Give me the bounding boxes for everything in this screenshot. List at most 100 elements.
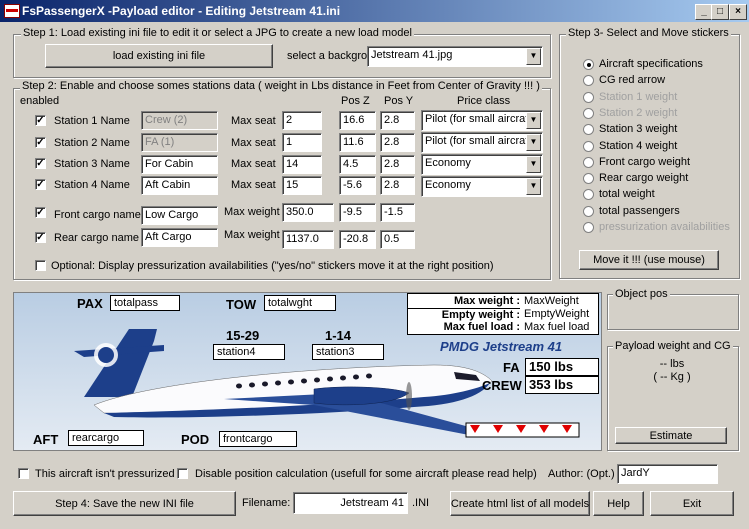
sticker-option-label: total weight [599, 188, 655, 201]
load-ini-button[interactable]: load existing ini file [45, 44, 273, 68]
aircraft-canvas[interactable]: PAX totalpass TOW totalwght Max weight :… [13, 292, 602, 451]
maximize-button[interactable]: □ [711, 4, 729, 20]
optional-pressurization-checkbox[interactable] [35, 260, 46, 271]
rear-cargo-posz-input[interactable]: -20.8 [339, 230, 376, 249]
front-cargo-max-label: Max weight [224, 206, 280, 218]
station-3-price-select[interactable]: Economy ▼ [421, 154, 543, 175]
station-2-price-select[interactable]: Pilot (for small aircraft) ▼ [421, 132, 543, 153]
close-button[interactable]: × [729, 4, 747, 20]
station-4-posz-input[interactable]: -5.6 [339, 176, 376, 195]
author-input[interactable]: JardY [617, 464, 718, 484]
disable-calc-checkbox[interactable] [177, 468, 188, 479]
station-1-checkbox[interactable]: ✓ [35, 115, 46, 126]
rear-cargo-max-label: Max weight [224, 229, 280, 241]
disable-calc-label: Disable position calculation (usefull fo… [195, 468, 537, 480]
front-cargo-max-input[interactable]: 350.0 [282, 203, 334, 222]
help-button[interactable]: Help [593, 491, 644, 516]
pax-sticker[interactable]: totalpass [110, 295, 180, 311]
station-2-checkbox[interactable]: ✓ [35, 137, 46, 148]
not-pressurized-checkbox[interactable] [18, 468, 29, 479]
station-3-label: Station 3 Name [54, 158, 130, 170]
crew-label: CREW [482, 378, 522, 393]
station-1-name-input[interactable]: Crew (2) [141, 111, 218, 130]
tow-sticker[interactable]: totalwght [264, 295, 336, 311]
station-2-name-input[interactable]: FA (1) [141, 133, 218, 152]
rear-cargo-checkbox[interactable]: ✓ [35, 232, 46, 243]
rearcargo-sticker[interactable]: rearcargo [68, 430, 144, 446]
front-cargo-label: Front cargo name [54, 209, 141, 221]
crew-sticker[interactable]: 353 lbs [525, 376, 599, 394]
filename-label: Filename: [242, 497, 291, 509]
front-cargo-posy-input[interactable]: -1.5 [380, 203, 415, 222]
rear-cargo-max-input[interactable]: 1137.0 [282, 230, 334, 249]
move-it-button[interactable]: Move it !!! (use mouse) [579, 250, 719, 270]
frontcargo-sticker[interactable]: frontcargo [219, 431, 297, 447]
station-2-label: Station 2 Name [54, 137, 130, 149]
sticker-option-radio[interactable] [583, 59, 594, 70]
author-label: Author: (Opt.) [548, 468, 615, 480]
sticker-option-label: Aircraft specifications [599, 58, 703, 70]
app-icon [4, 4, 20, 18]
payload-label: Payload weight and CG [613, 340, 733, 352]
background-select[interactable]: Jetstream 41.jpg ▼ [367, 46, 543, 67]
station-1-posy-input[interactable]: 2.8 [380, 111, 415, 130]
optional-pressurization-label: Optional: Display pressurization availab… [51, 260, 494, 272]
rear-cargo-posy-input[interactable]: 0.5 [380, 230, 415, 249]
sticker-option-radio[interactable] [583, 205, 594, 217]
filename-input[interactable]: Jetstream 41 [293, 492, 408, 514]
fa-sticker[interactable]: 150 lbs [525, 358, 599, 376]
chevron-down-icon[interactable]: ▼ [526, 112, 541, 129]
exit-button[interactable]: Exit [650, 491, 734, 516]
window-title: FsPassengerX -Payload editor - Editing J… [22, 4, 341, 18]
station-3-posz-input[interactable]: 4.5 [339, 155, 376, 174]
empty-weight-value: EmptyWeight [524, 308, 590, 320]
sticker-option-label: Station 3 weight [599, 123, 678, 136]
sticker-option-label: pressurization availabilities [599, 221, 730, 233]
chevron-down-icon[interactable]: ▼ [526, 156, 541, 173]
chevron-down-icon[interactable]: ▼ [526, 48, 541, 65]
station-2-max-input[interactable]: 1 [282, 133, 322, 152]
station-1-max-input[interactable]: 2 [282, 111, 322, 130]
front-cargo-posz-input[interactable]: -9.5 [339, 203, 376, 222]
station-4-max-input[interactable]: 15 [282, 176, 322, 195]
max-weight-label: Max weight : [453, 295, 520, 307]
station-2-posy-input[interactable]: 2.8 [380, 133, 415, 152]
price-header: Price class [457, 95, 511, 107]
rear-cargo-label: Rear cargo name [54, 232, 139, 244]
estimate-button[interactable]: Estimate [615, 427, 727, 444]
station-2-posz-input[interactable]: 11.6 [339, 133, 376, 152]
station-3-name-input[interactable]: For Cabin [141, 155, 218, 174]
station-3-max-input[interactable]: 14 [282, 155, 322, 174]
step1-label: Step 1: Load existing ini file to edit i… [21, 27, 414, 39]
rear-cargo-name-input[interactable]: Aft Cargo [141, 228, 218, 247]
station-4-price-select[interactable]: Economy ▼ [421, 176, 543, 197]
chevron-down-icon[interactable]: ▼ [526, 134, 541, 151]
aircraft-specs-sticker[interactable]: Max weight : MaxWeight Empty weight : Em… [407, 293, 599, 335]
front-cargo-checkbox[interactable]: ✓ [35, 207, 46, 218]
save-ini-button[interactable]: Step 4: Save the new INI file [13, 491, 236, 516]
front-cargo-name-input[interactable]: Low Cargo [141, 206, 218, 225]
pax-label: PAX [77, 296, 103, 311]
max-weight-value: MaxWeight [524, 295, 579, 307]
posz-header: Pos Z [341, 95, 370, 107]
station-4-checkbox[interactable]: ✓ [35, 179, 46, 190]
sticker-option-label: total passengers [599, 204, 680, 217]
title-bar[interactable]: FsPassengerX -Payload editor - Editing J… [0, 0, 749, 22]
sticker-option-label: Station 4 weight [599, 139, 678, 152]
station-1-price-select[interactable]: Pilot (for small aircraft) ▼ [421, 110, 543, 131]
station-4-name-input[interactable]: Aft Cabin [141, 176, 218, 195]
station-3-posy-input[interactable]: 2.8 [380, 155, 415, 174]
station-1-max-label: Max seat [231, 115, 276, 127]
station-3-checkbox[interactable]: ✓ [35, 158, 46, 169]
station3-sticker[interactable]: station3 [312, 344, 384, 360]
station-4-posy-input[interactable]: 2.8 [380, 176, 415, 195]
posy-header: Pos Y [384, 95, 414, 107]
sticker-option-radio[interactable] [583, 140, 594, 152]
station4-sticker[interactable]: station4 [213, 344, 285, 360]
create-html-button[interactable]: Create html list of all models [450, 491, 590, 516]
fa-label: FA [503, 360, 520, 375]
background-select-value: Jetstream 41.jpg [371, 49, 453, 61]
station-1-posz-input[interactable]: 16.6 [339, 111, 376, 130]
chevron-down-icon[interactable]: ▼ [526, 178, 541, 195]
sticker-option-radio[interactable] [583, 156, 594, 168]
